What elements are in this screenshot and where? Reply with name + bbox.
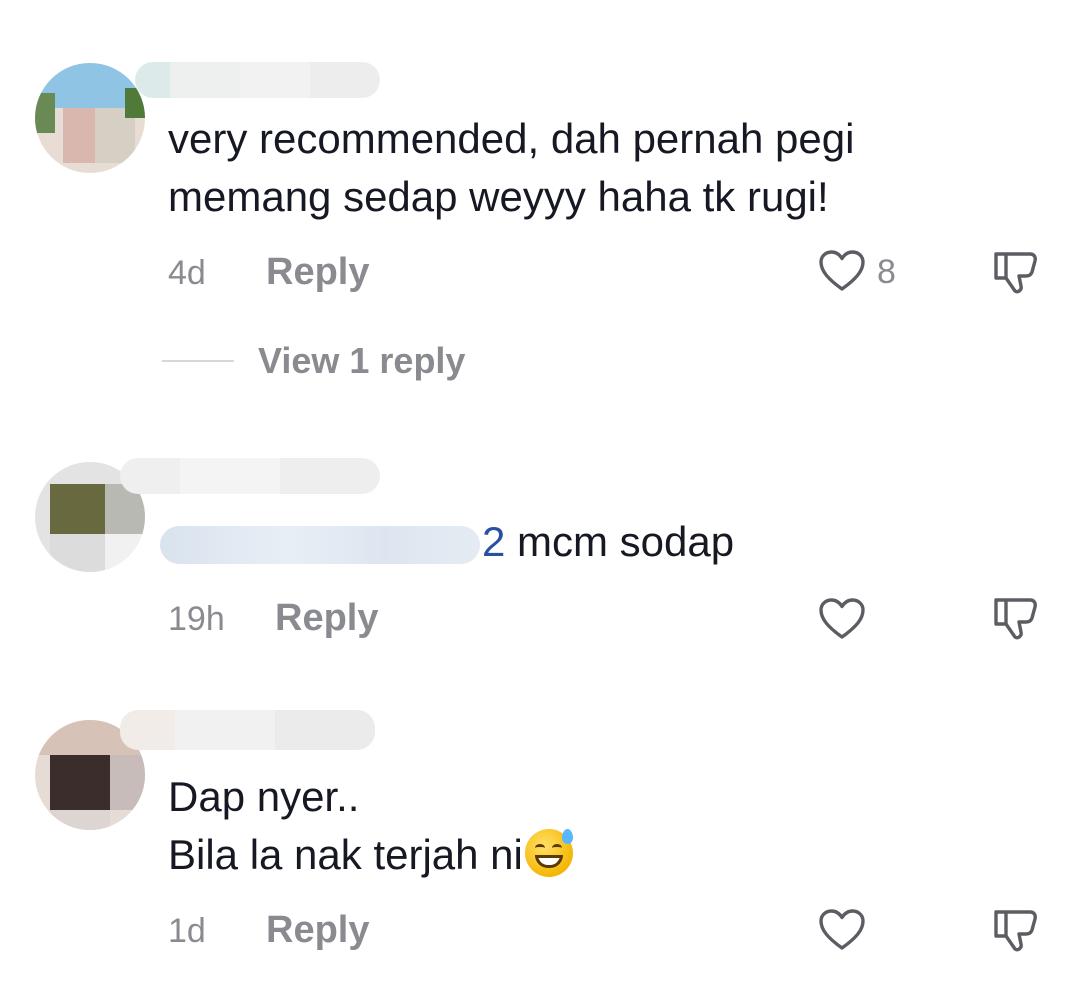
comment-text: 2 mcm sodap (160, 513, 734, 571)
avatar[interactable] (35, 63, 145, 173)
comment-timestamp: 19h (168, 600, 225, 638)
username-blurred[interactable] (120, 458, 380, 494)
dislike-icon[interactable] (990, 906, 1040, 956)
comment-text-line: Bila la nak terjah ni (168, 831, 523, 878)
comment-timestamp: 1d (168, 912, 206, 950)
comment-text: Dap nyer.. Bila la nak terjah ni (168, 768, 573, 884)
like-count: 8 (877, 253, 896, 291)
comment-text-body: mcm sodap (505, 518, 735, 565)
reply-button[interactable]: Reply (266, 909, 369, 952)
reply-button[interactable]: Reply (275, 597, 378, 640)
comment-timestamp: 4d (168, 254, 206, 292)
view-replies-button[interactable]: View 1 reply (162, 340, 465, 382)
view-replies-label: View 1 reply (258, 340, 466, 381)
comment-text-line: memang sedap weyyy haha tk rugi! (168, 173, 829, 220)
mention-blurred (160, 525, 480, 564)
username-blurred[interactable] (120, 710, 375, 750)
username-blurred[interactable] (135, 62, 380, 98)
dislike-icon[interactable] (990, 248, 1040, 298)
comment-text: very recommended, dah pernah pegi memang… (168, 110, 854, 226)
heart-icon[interactable] (818, 908, 866, 952)
mention-suffix: 2 (482, 518, 506, 565)
comment-text-line: very recommended, dah pernah pegi (168, 115, 855, 162)
mention-link[interactable]: 2 (160, 518, 505, 565)
comment-text-line-with-emoji: Bila la nak terjah ni (168, 826, 573, 884)
dislike-icon[interactable] (990, 594, 1040, 644)
divider-line (162, 360, 234, 362)
reply-button[interactable]: Reply (266, 251, 369, 294)
grinning-face-with-sweat-icon (524, 829, 573, 877)
comment-text-line: Dap nyer.. (168, 773, 360, 820)
heart-icon[interactable] (818, 249, 866, 293)
heart-icon[interactable] (818, 597, 866, 641)
